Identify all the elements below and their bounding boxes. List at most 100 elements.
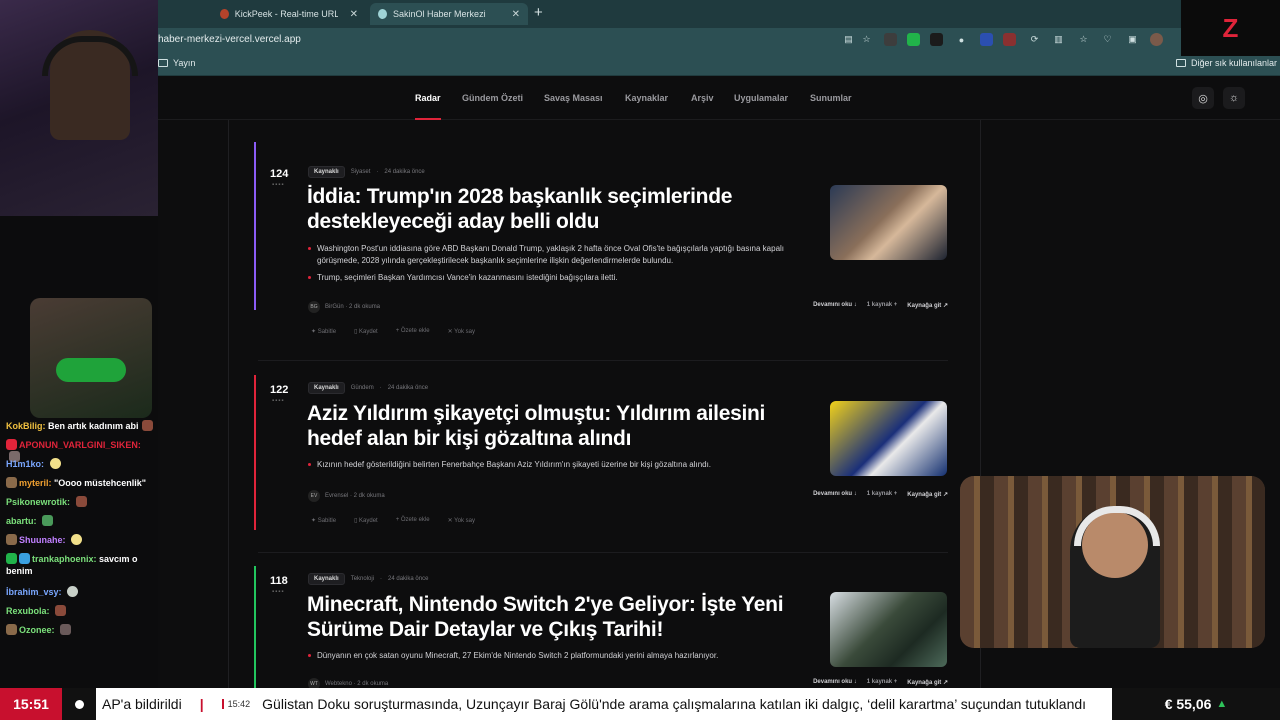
ignore-button[interactable]: ✕ Yok say bbox=[448, 328, 475, 335]
favorites-icon[interactable]: ☆ bbox=[1077, 33, 1090, 46]
badge-icon bbox=[6, 534, 17, 545]
emote-icon bbox=[60, 624, 72, 635]
extension-icon[interactable] bbox=[907, 33, 920, 46]
article-tools: ✦ Sabitle ▯ Kaydet + Özete ekle ✕ Yok sa… bbox=[311, 328, 475, 335]
nav-sunumlar[interactable]: Sunumlar bbox=[810, 93, 852, 103]
save-button[interactable]: ▯ Kaydet bbox=[354, 517, 378, 524]
article-source: BG BirGün · 2 dk okuma bbox=[308, 301, 380, 313]
read-more-link[interactable]: Devamını oku ↓ bbox=[813, 491, 857, 498]
category-accent-bar bbox=[254, 566, 256, 688]
tab-kickpeek[interactable]: KickPeek - Real-time URL Crawler ✕ bbox=[212, 3, 366, 25]
kickpeek-favicon-icon bbox=[220, 9, 229, 19]
star-icon[interactable]: ☆ bbox=[860, 33, 873, 46]
chat-message: trankaphoenix: savcım o benim bbox=[6, 553, 138, 576]
source-count-link[interactable]: 1 kaynak + bbox=[867, 679, 898, 686]
close-tab-icon[interactable]: ✕ bbox=[512, 9, 520, 20]
source-count-link[interactable]: 1 kaynak + bbox=[867, 302, 898, 309]
collections-icon[interactable]: ▣ bbox=[1126, 33, 1139, 46]
extension-icon[interactable]: ● bbox=[955, 33, 968, 46]
split-view-icon[interactable]: ▥ bbox=[1052, 33, 1065, 46]
nav-uygulamalar[interactable]: Uygulamalar bbox=[734, 93, 788, 103]
heart-icon[interactable]: ♡ bbox=[1101, 33, 1114, 46]
pin-button[interactable]: ✦ Sabitle bbox=[311, 328, 336, 335]
profile-avatar-icon[interactable] bbox=[1150, 33, 1163, 46]
guest-webcam bbox=[960, 476, 1265, 648]
active-nav-underline bbox=[415, 118, 441, 120]
extension-icon[interactable] bbox=[884, 33, 897, 46]
badge-icon bbox=[6, 477, 17, 488]
chat-message: Psikonewrotik: bbox=[6, 496, 156, 508]
read-more-link[interactable]: Devamını oku ↓ bbox=[813, 302, 857, 309]
chat-message: Shuunahe: bbox=[6, 534, 156, 546]
headphones-icon bbox=[42, 36, 138, 76]
source-label: Evrensel · 2 dk okuma bbox=[325, 493, 385, 499]
go-to-source-link[interactable]: Kaynağa git ↗ bbox=[907, 302, 948, 309]
go-to-source-link[interactable]: Kaynağa git ↗ bbox=[907, 491, 948, 498]
article-card[interactable]: 124 ▪▪▪▪ Kaynaklı Siyaset · 24 dakika ön… bbox=[254, 138, 948, 363]
emote-icon bbox=[49, 458, 61, 469]
tab-sakinol[interactable]: SakinOl Haber Merkezi ✕ bbox=[370, 3, 528, 25]
article-headline[interactable]: Aziz Yıldırım şikayetçi olmuştu: Yıldırı… bbox=[307, 401, 817, 451]
site-nav: Radar Gündem Özeti Savaş Masası Kaynakla… bbox=[158, 76, 1280, 120]
tab-label: KickPeek - Real-time URL Crawler bbox=[234, 9, 338, 19]
other-bookmarks[interactable]: Diğer sık kullanılanlar bbox=[1176, 58, 1277, 68]
summary-bullet: Trump, seçimleri Başkan Yardımcısı Vance… bbox=[308, 272, 808, 284]
target-icon[interactable]: ◎ bbox=[1192, 87, 1214, 109]
article-thumbnail[interactable] bbox=[830, 401, 947, 476]
source-logo-icon: EV bbox=[308, 490, 320, 502]
nav-arsiv[interactable]: Arşiv bbox=[691, 93, 714, 103]
bookmarks-bar: Yayın Diğer sık kullanılanlar bbox=[0, 52, 1280, 76]
emote-icon bbox=[141, 420, 153, 431]
save-button[interactable]: ▯ Kaydet bbox=[354, 328, 378, 335]
article-headline[interactable]: İddia: Trump'ın 2028 başkanlık seçimleri… bbox=[307, 184, 817, 234]
pin-button[interactable]: ✦ Sabitle bbox=[311, 517, 336, 524]
source-label: Webtekno · 2 dk okuma bbox=[325, 681, 389, 687]
nav-kaynaklar[interactable]: Kaynaklar bbox=[625, 93, 668, 103]
news-ticker: 15:51 AP'a bildirildi | 15:42 Gülistan D… bbox=[0, 688, 1280, 720]
emote-icon bbox=[75, 496, 87, 507]
article-time: 24 dakika önce bbox=[388, 576, 429, 582]
source-logo-icon: BG bbox=[308, 301, 320, 313]
read-more-link[interactable]: Devamını oku ↓ bbox=[813, 679, 857, 686]
ignore-button[interactable]: ✕ Yok say bbox=[448, 517, 475, 524]
article-divider bbox=[258, 360, 948, 361]
ticker-prev-headline: AP'a bildirildi bbox=[102, 696, 182, 712]
rank-dots: ▪▪▪▪ bbox=[272, 182, 285, 188]
sun-icon[interactable]: ☼ bbox=[1223, 87, 1245, 109]
article-headline[interactable]: Minecraft, Nintendo Switch 2'ye Geliyor:… bbox=[307, 592, 827, 642]
new-tab-icon[interactable]: + bbox=[534, 4, 543, 21]
go-to-source-link[interactable]: Kaynağa git ↗ bbox=[907, 679, 948, 686]
refresh-icon[interactable]: ⟳ bbox=[1028, 33, 1041, 46]
extension-icon[interactable] bbox=[930, 33, 943, 46]
article-meta: Kaynaklı Siyaset · 24 dakika önce bbox=[308, 166, 425, 178]
chat-message: myteril: "Oooo müstehcenlik" bbox=[6, 477, 156, 489]
reader-icon[interactable]: ▤ bbox=[842, 33, 855, 46]
article-rank: 122 bbox=[270, 384, 289, 396]
summary-bullet: Washington Post'un iddiasına göre ABD Ba… bbox=[308, 243, 808, 267]
translate-icon[interactable] bbox=[980, 33, 993, 46]
article-thumbnail[interactable] bbox=[830, 185, 947, 260]
add-to-summary-button[interactable]: + Özete ekle bbox=[396, 328, 430, 335]
folder-icon bbox=[1176, 59, 1186, 67]
article-card[interactable]: 118 ▪▪▪▪ Kaynaklı Teknoloji · 24 dakika … bbox=[254, 562, 948, 690]
bookmark-yayin[interactable]: Yayın bbox=[158, 58, 195, 68]
streamer-webcam bbox=[0, 0, 158, 216]
tab-label: SakinOl Haber Merkezi bbox=[393, 9, 486, 19]
nav-gundem-ozeti[interactable]: Gündem Özeti bbox=[462, 93, 523, 103]
category-accent-bar bbox=[254, 142, 256, 310]
extension-icon[interactable] bbox=[1003, 33, 1016, 46]
green-emotes bbox=[56, 358, 126, 382]
article-card[interactable]: 122 ▪▪▪▪ Kaynaklı Gündem · 24 dakika önc… bbox=[254, 371, 948, 561]
category-accent-bar bbox=[254, 375, 256, 530]
nav-radar[interactable]: Radar bbox=[415, 93, 441, 103]
nav-savas-masasi[interactable]: Savaş Masası bbox=[544, 93, 603, 103]
url-input[interactable]: haber-merkezi-vercel.vercel.app bbox=[158, 34, 301, 45]
rank-dots: ▪▪▪▪ bbox=[272, 398, 285, 404]
close-tab-icon[interactable]: ✕ bbox=[350, 9, 358, 20]
add-to-summary-button[interactable]: + Özete ekle bbox=[396, 517, 430, 524]
stream-chat: KokBilig: Ben artık kadınım abi APONUN_V… bbox=[0, 0, 158, 688]
browser-tab-bar: KickPeek - Real-time URL Crawler ✕ Sakin… bbox=[0, 0, 1280, 28]
source-count-link[interactable]: 1 kaynak + bbox=[867, 491, 898, 498]
article-summary: Kızının hedef gösterildiğini belirten Fe… bbox=[308, 459, 808, 476]
article-thumbnail[interactable] bbox=[830, 592, 947, 667]
